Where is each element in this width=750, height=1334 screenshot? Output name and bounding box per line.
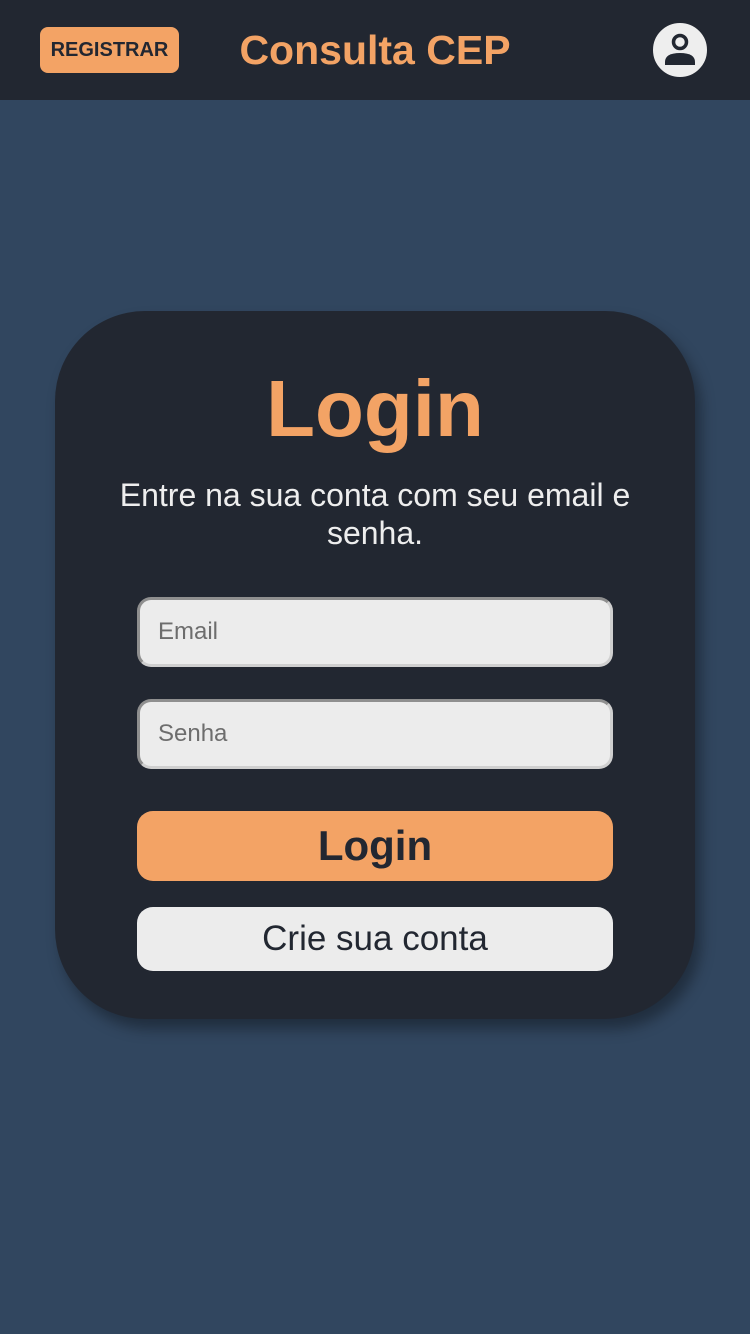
login-button[interactable]: Login bbox=[137, 811, 613, 881]
create-account-button[interactable]: Crie sua conta bbox=[137, 907, 613, 971]
email-field[interactable] bbox=[137, 597, 613, 667]
login-title: Login bbox=[266, 364, 484, 453]
password-field[interactable] bbox=[137, 699, 613, 769]
app-title: Consulta CEP bbox=[239, 27, 511, 73]
login-subtitle: Entre na sua conta com seu email e senha… bbox=[119, 477, 631, 551]
top-navbar: REGISTRAR Consulta CEP bbox=[0, 0, 750, 100]
profile-avatar-button[interactable] bbox=[651, 21, 709, 79]
user-icon bbox=[665, 33, 695, 65]
